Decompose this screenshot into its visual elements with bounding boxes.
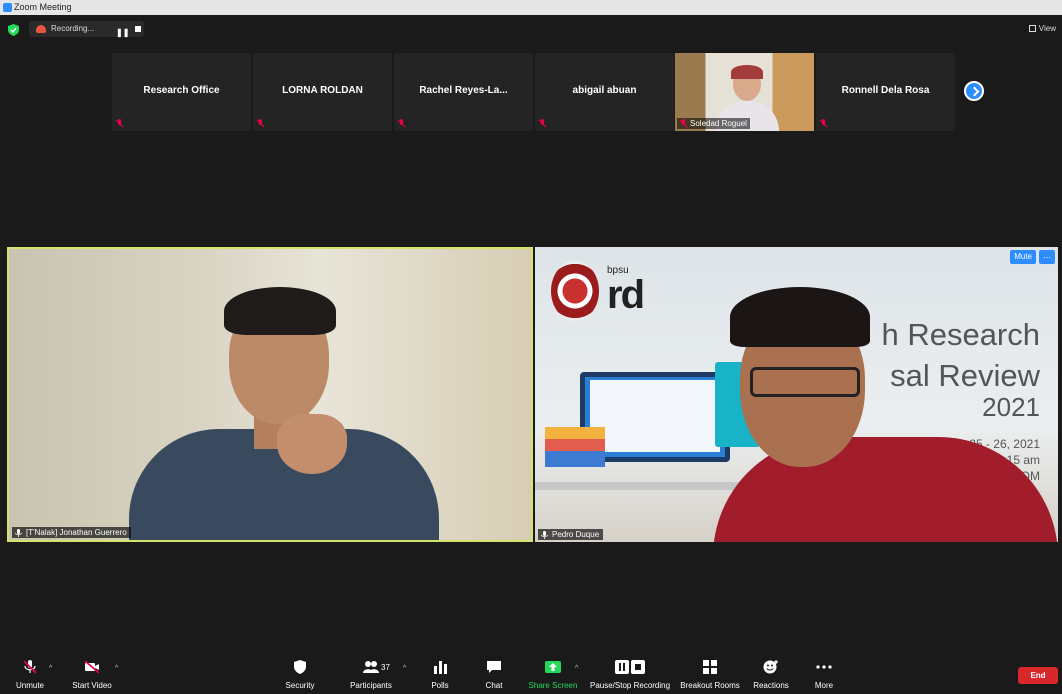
mute-participant-button[interactable]: Mute [1010,250,1036,264]
recording-label: Recording... [51,24,95,33]
reactions-button[interactable]: Reactions [750,652,792,694]
window-titlebar: Zoom Meeting [0,0,1062,15]
speaker-hair [224,287,336,335]
start-video-label: Start Video [72,681,112,690]
video-options-caret-icon[interactable]: ^ [115,665,118,672]
chat-label: Chat [485,681,503,690]
more-label: More [814,681,834,690]
participants-options-caret-icon[interactable]: ^ [403,665,406,672]
security-label: Security [285,681,315,690]
participant-tile[interactable]: Ronnell Dela Rosa [816,53,955,131]
mic-icon [15,529,22,537]
mic-muted-icon [397,119,406,128]
next-page-arrow-icon[interactable] [964,81,984,101]
participant-tile[interactable]: LORNA ROLDAN [253,53,392,131]
presenter-hair [730,287,870,347]
share-screen-icon [545,661,561,673]
participant-hair [731,65,763,79]
slide-illustration-desk [535,482,765,490]
breakout-rooms-icon [703,660,717,674]
participant-name: Rachel Reyes-La... [419,85,508,96]
pause-stop-recording-label: Pause/Stop Recording [590,681,671,690]
cloud-recording-icon [36,25,46,33]
reactions-label: Reactions [753,681,789,690]
mic-muted-icon [819,119,828,128]
slide-title-line1: h Research [881,317,1040,352]
mic-muted-icon [679,119,688,128]
university-seal [551,261,599,321]
unmute-label: Unmute [15,681,44,690]
more-options-button[interactable]: ... [1039,250,1055,264]
participant-name: Pedro Duque [552,530,600,539]
slide-title-line3: 2021 [982,392,1040,422]
mic-muted-icon [256,119,265,128]
participant-name: Research Office [143,85,220,96]
chat-button[interactable]: Chat [474,652,514,694]
participants-button[interactable]: Participants [347,652,395,694]
speaker-hand [277,414,347,474]
participant-name: Ronnell Dela Rosa [841,85,930,96]
mic-muted-icon [538,119,547,128]
share-screen-button[interactable]: Share Screen [528,652,578,694]
security-shield-icon [294,660,306,674]
audio-options-caret-icon[interactable]: ^ [49,665,52,672]
window-title: Zoom Meeting [14,2,72,12]
participant-name: [T'Nalak] Jonathan Guerrero [26,528,127,537]
participant-tile[interactable]: Research Office [112,53,251,131]
polls-label: Polls [431,681,449,690]
slide-illustration-books [545,427,605,467]
participant-name: Soledad Roguel [690,119,747,128]
presenter-glasses [750,367,860,397]
stop-recording-icon[interactable] [135,26,141,32]
chat-icon [487,661,501,673]
polls-button[interactable]: Polls [420,652,460,694]
pause-stop-icon [615,660,645,674]
mic-muted-icon [115,119,124,128]
slide-title-line2: sal Review [890,358,1040,393]
start-video-button[interactable]: Start Video [68,652,116,694]
camera-off-icon [84,660,100,674]
participant-tile-video[interactable]: Soledad Roguel [675,53,814,131]
participant-name: LORNA ROLDAN [282,85,363,96]
zoom-app-icon [3,3,12,12]
participant-name: abigail abuan [572,85,637,96]
share-options-caret-icon[interactable]: ^ [575,665,578,672]
recording-indicator: Recording... ❚❚ [29,21,144,37]
breakout-rooms-button[interactable]: Breakout Rooms [680,652,740,694]
participant-name-label: Soledad Roguel [677,118,750,129]
smiley-icon [763,660,778,674]
participants-icon [363,661,379,673]
security-button[interactable]: Security [280,652,320,694]
breakout-rooms-label: Breakout Rooms [680,681,740,690]
view-button[interactable]: View [1028,24,1056,33]
grid-view-icon [1028,25,1036,32]
participant-tile[interactable]: abigail abuan [535,53,674,131]
meeting-topbar: Recording... ❚❚ View [0,15,1062,43]
video-tile[interactable]: bpsu rd h Research sal Review 2021 Augus… [535,247,1058,542]
slide-illustration-screen [590,380,720,452]
participant-tile[interactable]: Rachel Reyes-La... [394,53,533,131]
end-meeting-button[interactable]: End [1018,667,1058,684]
security-shield-icon[interactable] [8,24,19,36]
view-label: View [1038,24,1056,33]
pause-recording-icon[interactable]: ❚❚ [116,25,129,41]
share-screen-label: Share Screen [528,681,578,690]
logo-big-text: rd [607,273,645,317]
polls-icon [434,661,447,674]
ellipsis-icon [816,665,832,669]
mic-muted-icon [23,660,37,674]
participants-label: Participants [350,681,392,690]
mic-icon [541,531,548,539]
participants-count: 37 [381,663,390,672]
participant-name-label: Pedro Duque [538,529,604,540]
unmute-button[interactable]: Unmute [10,652,50,694]
pause-stop-recording-button[interactable]: Pause/Stop Recording [590,652,670,694]
participant-name-label: [T'Nalak] Jonathan Guerrero [12,527,131,538]
video-tile-active-speaker[interactable]: [T'Nalak] Jonathan Guerrero [7,247,533,542]
more-button[interactable]: More [806,652,842,694]
meeting-toolbar: Unmute ^ Start Video ^ Security Particip… [0,652,1062,694]
